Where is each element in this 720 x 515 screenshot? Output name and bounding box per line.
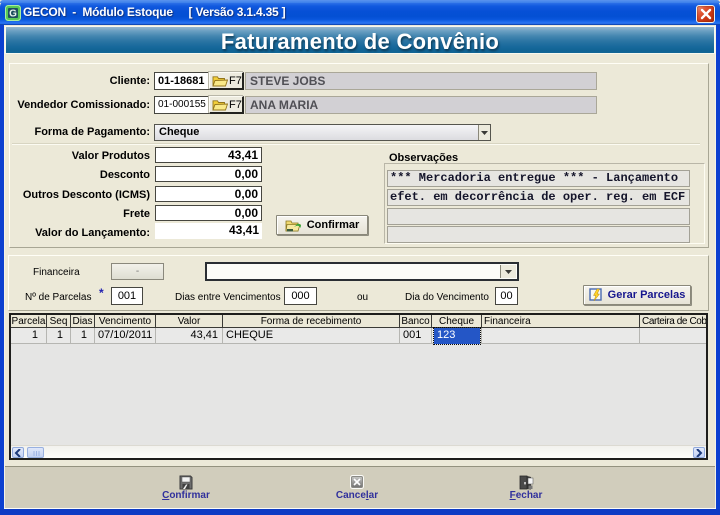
- svg-text:G: G: [9, 9, 17, 20]
